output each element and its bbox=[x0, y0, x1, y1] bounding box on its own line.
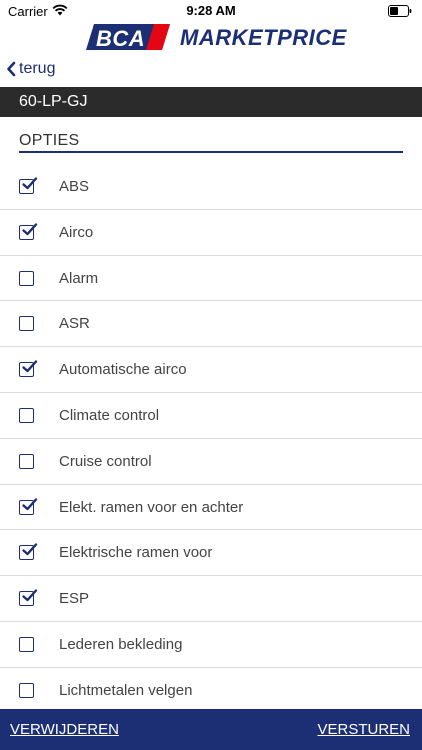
option-row[interactable]: Airco bbox=[0, 210, 422, 256]
status-time: 9:28 AM bbox=[186, 3, 236, 18]
option-row[interactable]: Automatische airco bbox=[0, 347, 422, 393]
footer-bar: VERWIJDEREN VERSTUREN bbox=[0, 709, 422, 750]
section-divider bbox=[19, 151, 403, 153]
checkmark-icon bbox=[22, 543, 38, 556]
option-row[interactable]: Lichtmetalen velgen bbox=[0, 668, 422, 714]
option-label: Elektrische ramen voor bbox=[59, 544, 213, 562]
battery-icon bbox=[388, 5, 412, 17]
delete-button[interactable]: VERWIJDEREN bbox=[10, 721, 119, 738]
option-label: Airco bbox=[59, 223, 94, 241]
chevron-left-icon bbox=[7, 61, 16, 77]
option-label: Lederen bekleding bbox=[59, 635, 183, 653]
back-button[interactable]: terug bbox=[6, 58, 55, 80]
section-title: OPTIES bbox=[19, 132, 80, 149]
options-list: ABS Airco Alarm ASR Automatische airco Climat… bbox=[0, 164, 422, 714]
option-checkbox[interactable] bbox=[19, 636, 34, 652]
logo-bca-text: BCA bbox=[96, 26, 146, 51]
option-row[interactable]: Cruise control bbox=[0, 439, 422, 485]
option-label: ABS bbox=[59, 178, 90, 195]
option-checkbox[interactable] bbox=[19, 589, 38, 607]
status-bar: Carrier 9:28 AM bbox=[0, 0, 422, 22]
option-checkbox[interactable] bbox=[19, 497, 38, 515]
option-label: Elekt. ramen voor en achter bbox=[59, 498, 244, 516]
option-checkbox[interactable] bbox=[19, 682, 34, 698]
app-logo: BCA MARKETPRICE bbox=[0, 22, 422, 52]
option-label: Automatische airco bbox=[59, 361, 187, 379]
option-checkbox[interactable] bbox=[19, 360, 38, 378]
option-label: Climate control bbox=[59, 406, 160, 424]
option-row[interactable]: Elekt. ramen voor en achter bbox=[0, 485, 422, 531]
option-row[interactable]: ABS bbox=[0, 164, 422, 210]
checkmark-icon bbox=[22, 360, 38, 373]
license-plate-bar: 60-LP-GJ bbox=[0, 87, 422, 117]
license-plate: 60-LP-GJ bbox=[19, 93, 88, 110]
option-row[interactable]: Lederen bekleding bbox=[0, 622, 422, 668]
option-checkbox[interactable] bbox=[19, 543, 38, 561]
option-checkbox[interactable] bbox=[19, 223, 38, 240]
option-checkbox[interactable] bbox=[19, 270, 34, 286]
checkmark-icon bbox=[22, 223, 38, 235]
checkmark-icon bbox=[22, 177, 38, 190]
option-checkbox[interactable] bbox=[19, 177, 38, 194]
option-label: Lichtmetalen velgen bbox=[59, 681, 193, 699]
send-button[interactable]: VERSTUREN bbox=[317, 721, 410, 738]
option-row[interactable]: Alarm bbox=[0, 256, 422, 302]
option-row[interactable]: Elektrische ramen voor bbox=[0, 530, 422, 577]
option-row[interactable]: ESP bbox=[0, 576, 422, 622]
checkmark-icon bbox=[22, 497, 38, 510]
option-checkbox[interactable] bbox=[19, 407, 34, 423]
checkmark-icon bbox=[22, 589, 38, 602]
option-label: ESP bbox=[59, 590, 90, 608]
option-label: Alarm bbox=[59, 269, 99, 287]
logo-marketprice-text: MARKETPRICE bbox=[180, 25, 347, 50]
option-row[interactable]: ASR bbox=[0, 301, 422, 348]
back-label: terug bbox=[19, 60, 56, 77]
option-checkbox[interactable] bbox=[19, 316, 34, 332]
option-row[interactable]: Climate control bbox=[0, 393, 422, 439]
option-label: ASR bbox=[59, 315, 90, 333]
option-label: Cruise control bbox=[59, 452, 152, 470]
option-checkbox[interactable] bbox=[19, 453, 34, 469]
